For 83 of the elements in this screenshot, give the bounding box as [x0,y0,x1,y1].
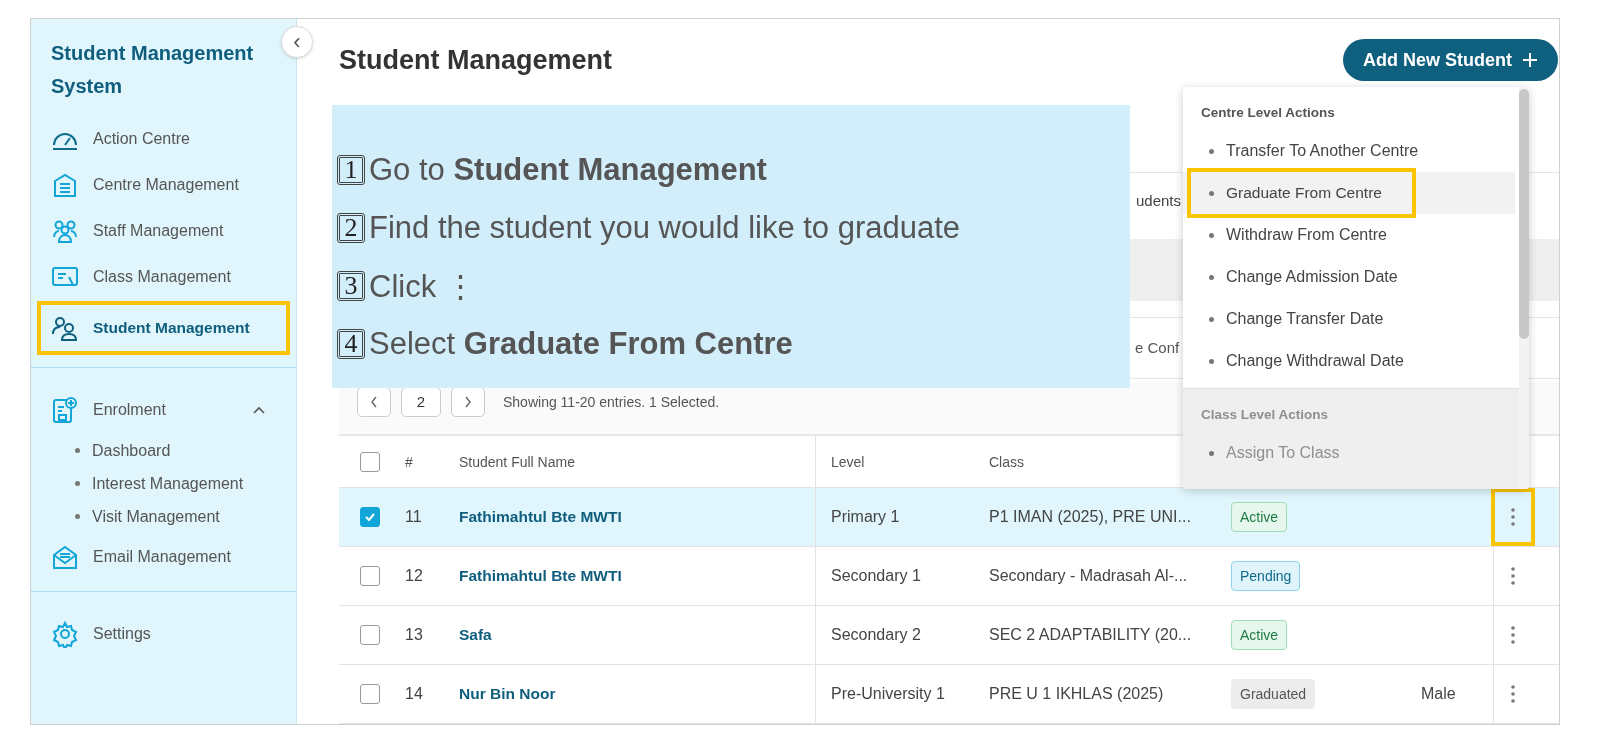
table-cell: Secondary 1 [831,567,921,585]
table-cell: PRE U 1 IKHLAS (2025) [989,685,1164,703]
envelope-icon [51,543,79,571]
kebab-icon [1509,625,1516,645]
row-checkbox[interactable] [360,566,380,586]
students-button[interactable]: udents [1136,192,1182,209]
kebab-icon [1509,684,1516,704]
row-checkbox[interactable] [360,507,380,527]
sidebar-subitem[interactable]: Visit Management [31,500,220,533]
clipboard-icon [51,396,79,424]
building-icon [51,171,79,199]
sidebar-subitem[interactable]: Interest Management [31,467,244,500]
plus-icon [1522,52,1538,69]
students-icon [51,314,79,342]
app-title: Student Management System [50,41,255,99]
student-name-link[interactable]: Fathimahtul Bte MWTI [459,567,622,585]
select-all-checkbox[interactable] [360,451,380,472]
status-tag: Active [1231,620,1288,650]
table-row[interactable]: 14 Nur Bin Noor Pre-University 1 PRE U 1 IKHLAS (2025) Graduated Male [339,665,1559,724]
column-header[interactable]: Level [831,453,865,470]
sidebar-item[interactable]: Action Centre [37,117,290,161]
sidebar-item[interactable]: Settings [37,612,290,656]
table-cell: 13 [405,626,423,644]
student-name-link[interactable]: Safa [459,626,492,644]
instruction-step: Find the student you would like to graduate [369,210,961,246]
column-header[interactable]: Class [989,453,1024,470]
sidebar-item[interactable]: Centre Management [37,163,290,207]
table-row[interactable]: 12 Fathimahtul Bte MWTI Secondary 1 Secondary - Madrasah Al-... Pending [339,547,1559,606]
previous-page-button[interactable] [357,386,391,417]
kebab-icon [1509,566,1516,586]
chevron-right-icon [463,394,473,409]
sidebar-subitem[interactable]: Dashboard [31,434,171,467]
step-number: 3 [337,271,365,301]
column-header[interactable]: Student Full Name [459,453,575,470]
status-tag: Active [1231,502,1288,532]
instruction-step: Select Graduate From Centre [369,326,793,362]
settings-icon [51,620,79,648]
next-page-button[interactable] [451,386,485,417]
caret-icon[interactable] [252,405,266,415]
sidebar-item[interactable]: Enrolment [37,388,290,432]
entries-summary: Showing 11-20 entries. 1 Selected. [503,393,720,410]
instruction-step: Click ⋮ [369,267,476,305]
table-cell: Secondary 2 [831,626,921,644]
column-header[interactable]: # [405,453,413,470]
status-tag: Graduated [1231,679,1316,709]
table-cell: SEC 2 ADAPTABILITY (20... [989,626,1192,644]
row-checkbox[interactable] [360,684,380,704]
sidebar-item[interactable]: Staff Management [37,209,290,253]
menu-item[interactable]: Change Admission Date [1183,256,1515,298]
kebab-icon [1509,507,1516,527]
page-title: Student Management [339,44,613,76]
student-name-link[interactable]: Fathimahtul Bte MWTI [459,508,622,526]
scrollbar[interactable] [1519,87,1529,489]
table-cell: P1 IMAN (2025), PRE UNI... [989,508,1191,526]
table-row[interactable]: 11 Fathimahtul Bte MWTI Primary 1 P1 IMAN (2025), PRE UNI... Active [339,488,1559,547]
table-cell: Primary 1 [831,508,900,526]
instruction-step: Go to Student Management [369,152,767,188]
input-field[interactable]: e Conf [1135,339,1180,356]
page-number-button[interactable]: 2 [401,386,441,417]
menu-section-title: Class Level Actions [1200,406,1330,424]
table-cell: Pre-University 1 [831,685,945,703]
add-student-button[interactable]: Add New Student [1343,39,1558,82]
sidebar-item[interactable]: Class Management [37,255,290,299]
chevron-left-icon [369,394,379,409]
step-number: 4 [337,329,365,359]
menu-item[interactable]: Change Withdrawal Date [1183,340,1515,382]
table-cell: 11 [405,508,422,526]
status-tag: Pending [1231,561,1301,591]
sidebar-item[interactable]: Email Management [37,535,290,579]
menu-item[interactable]: Transfer To Another Centre [1183,130,1515,172]
sidebar-item[interactable]: Student Management [37,301,290,355]
table-row[interactable]: 13 Safa Secondary 2 SEC 2 ADAPTABILITY (20... Active [339,606,1559,665]
table-cell: Male [1421,685,1456,703]
table-cell: Secondary - Madrasah Al-... [989,567,1188,585]
row-checkbox[interactable] [360,625,380,645]
student-name-link[interactable]: Nur Bin Noor [459,685,556,703]
step-number: 2 [337,213,365,243]
table-cell: 14 [405,685,423,703]
menu-item[interactable]: Withdraw From Centre [1183,214,1515,256]
menu-item[interactable]: Change Transfer Date [1183,298,1515,340]
menu-section-title: Centre Level Actions [1200,104,1336,122]
table-cell: 12 [405,567,423,585]
step-number: 1 [337,155,365,185]
